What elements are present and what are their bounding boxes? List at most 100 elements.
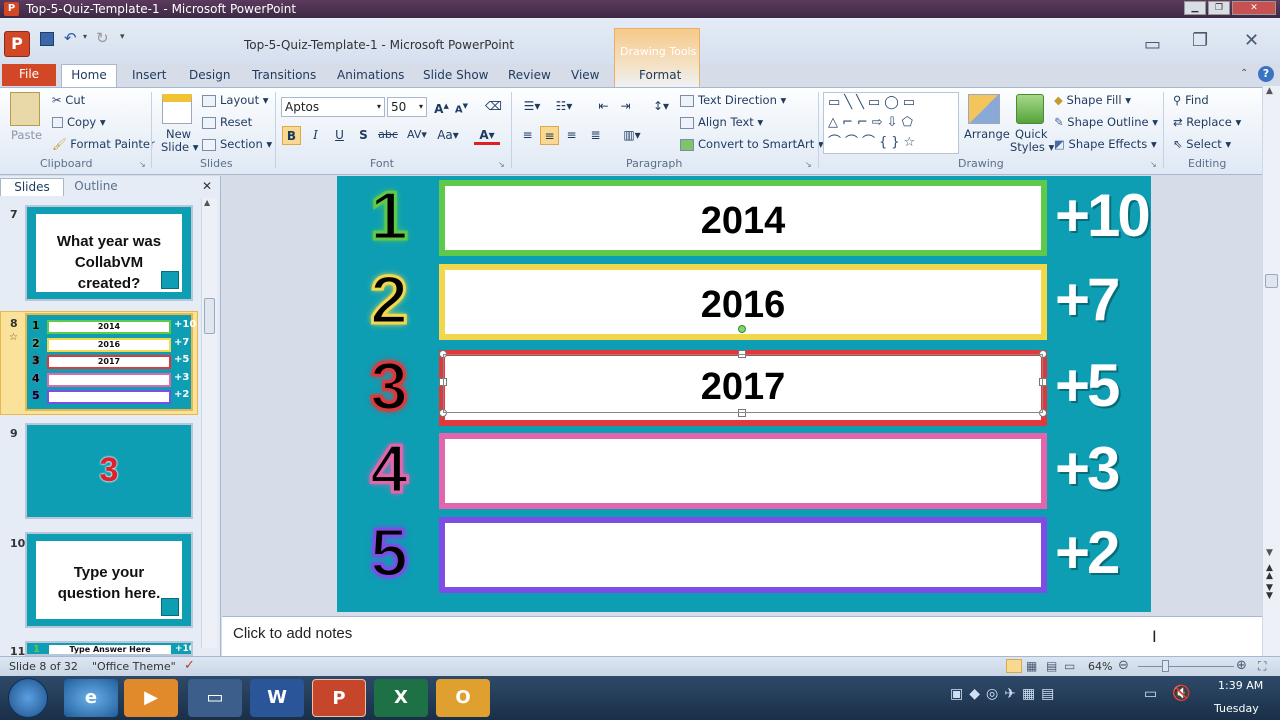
italic-button[interactable]: I [306,126,325,145]
slide-thumbnail-10[interactable]: Type your question here. [25,532,193,628]
zoom-out-icon[interactable]: ⊖ [1118,658,1129,673]
shapes-gallery[interactable]: ▭╲╲▭◯▭ △⌐⌐⇨⇩⬠ ⌒⌒⌒{}☆ [823,92,959,154]
previous-slide-icon[interactable]: ▲ ▲ [1266,564,1273,581]
internet-explorer-icon[interactable]: e [64,679,118,717]
quick-styles-icon[interactable] [1016,94,1044,124]
selection-handle[interactable] [1039,378,1047,386]
tab-view[interactable]: View [565,66,605,86]
answer-box[interactable]: 2014 [439,180,1047,256]
media-player-icon[interactable]: ▶ [124,679,178,717]
new-slide-label-1[interactable]: New [166,127,191,141]
change-case-button[interactable]: Aa▾ [434,126,462,145]
paragraph-launcher-icon[interactable]: ↘ [805,160,812,169]
bold-button[interactable]: B [282,126,301,145]
new-slide-icon[interactable] [162,94,192,124]
font-size-combobox[interactable]: 50 ▾ [387,97,427,117]
paste-button[interactable]: Paste [11,128,42,142]
align-center-icon[interactable]: ≡ [540,126,559,145]
volume-muted-icon[interactable]: 🔇 [1172,684,1191,702]
excel-icon[interactable]: X [374,679,428,717]
convert-smartart-button[interactable]: Convert to SmartArt ▾ [680,137,824,151]
line-spacing-icon[interactable]: ↕▾ [648,97,674,116]
tab-home[interactable]: Home [61,64,117,87]
shape-outline-button[interactable]: ✎ Shape Outline ▾ [1054,115,1158,129]
close-button[interactable]: ✕ [1232,1,1276,15]
text-shadow-button[interactable]: S [354,126,373,145]
clock-day[interactable]: Tuesday [1214,702,1259,715]
quick-styles-label-2[interactable]: Styles ▾ [1010,140,1054,154]
tab-outline-pane[interactable]: Outline [64,178,128,196]
slide-canvas[interactable]: 1 2014 +10 2 2016 +7 3 2017 +5 4 +3 5 +2 [337,176,1151,612]
clear-formatting-icon[interactable]: ⌫ [484,97,503,116]
selection-handle[interactable] [738,350,746,358]
tab-insert[interactable]: Insert [126,66,172,86]
scroll-down-icon[interactable]: ▼ [1266,548,1273,558]
redo-icon[interactable]: ↻ [96,29,109,47]
undo-icon[interactable]: ↶ [64,29,77,47]
selection-handle[interactable] [738,409,746,417]
align-text-button[interactable]: Align Text ▾ [680,115,763,129]
ribbon-minimize-icon[interactable]: ▭ [1144,34,1161,55]
scroll-thumb[interactable] [204,298,215,334]
slide-sorter-icon[interactable]: ▦ [1026,659,1037,673]
next-slide-icon[interactable]: ▼ ▼ [1266,584,1273,601]
decrease-indent-icon[interactable]: ⇤ [594,97,613,116]
shrink-font-icon[interactable]: A▼ [452,97,471,116]
font-launcher-icon[interactable]: ↘ [498,160,505,169]
notes-pane[interactable]: Click to add notes I [222,616,1262,656]
main-vertical-scrollbar[interactable]: ▲ ▼ ▲ ▲ ▼ ▼ [1262,86,1280,656]
fit-to-window-icon[interactable]: ⛶ [1258,659,1266,674]
normal-view-icon[interactable] [1006,659,1022,673]
tab-slides-pane[interactable]: Slides [0,178,64,196]
selection-handle[interactable] [439,350,447,358]
quick-styles-label-1[interactable]: Quick [1015,127,1048,141]
columns-icon[interactable]: ▥▾ [618,126,646,145]
tab-format[interactable]: Format [633,66,687,86]
scroll-up-icon[interactable]: ▲ [1266,86,1273,96]
slide-thumbnail-8[interactable]: 1 2014 +10 2 2016 +7 3 2017 +5 4 +3 5 +2 [25,313,196,411]
window-restore-icon[interactable]: ❐ [1192,30,1208,51]
clock-time[interactable]: 1:39 AM [1218,679,1263,692]
grow-font-icon[interactable]: A▲ [432,97,451,116]
slideshow-view-icon[interactable]: ▭ [1064,659,1075,673]
replace-button[interactable]: ⇄ Replace ▾ [1173,115,1241,129]
layout-button[interactable]: Layout ▾ [202,93,269,107]
tab-file[interactable]: File [2,64,56,86]
format-painter-button[interactable]: 🖌 Format Painter [52,137,155,151]
text-direction-button[interactable]: Text Direction ▾ [680,93,786,107]
align-left-icon[interactable]: ≡ [518,126,537,145]
bullets-icon[interactable]: ☰▾ [518,97,546,116]
arrange-button[interactable]: Arrange [964,127,1010,141]
restore-button[interactable]: ❐ [1208,1,1230,15]
reset-button[interactable]: Reset [202,115,252,129]
paste-icon[interactable] [10,92,40,126]
section-button[interactable]: Section ▾ [202,137,272,151]
system-tray-icons[interactable]: ▣◆◎✈▦▤ [950,686,1060,702]
window-close-icon[interactable]: ✕ [1244,30,1259,51]
undo-dropdown-icon[interactable]: ▾ [83,32,87,41]
underline-button[interactable]: U [330,126,349,145]
collapse-ribbon-icon[interactable]: ⌃ [1240,68,1248,79]
save-icon[interactable] [40,32,54,46]
scroll-thumb[interactable] [1265,274,1278,288]
tab-animations[interactable]: Animations [331,66,410,86]
rotation-handle[interactable] [738,325,746,333]
tab-transitions[interactable]: Transitions [246,66,322,86]
selection-handle[interactable] [439,378,447,386]
powerpoint-app-icon[interactable]: P [4,31,30,57]
close-pane-icon[interactable]: ✕ [202,179,212,193]
copy-button[interactable]: Copy ▾ [52,115,106,129]
drawing-launcher-icon[interactable]: ↘ [1150,160,1157,169]
spellcheck-icon[interactable]: ✓ [184,658,195,673]
network-icon[interactable]: ▭ [1144,686,1157,702]
tab-review[interactable]: Review [502,66,557,86]
shape-fill-button[interactable]: ◆ Shape Fill ▾ [1054,93,1131,107]
customize-qat-icon[interactable]: ▾ [120,32,125,42]
arrange-icon[interactable] [968,94,1000,124]
zoom-slider-track[interactable] [1138,666,1234,667]
slide-thumbnail-7[interactable]: What year was CollabVM created? [25,205,193,301]
scroll-up-icon[interactable]: ▲ [204,198,210,207]
zoom-in-icon[interactable]: ⊕ [1236,658,1247,673]
minimize-button[interactable]: ▁ [1184,1,1206,15]
answer-box[interactable] [439,433,1047,509]
